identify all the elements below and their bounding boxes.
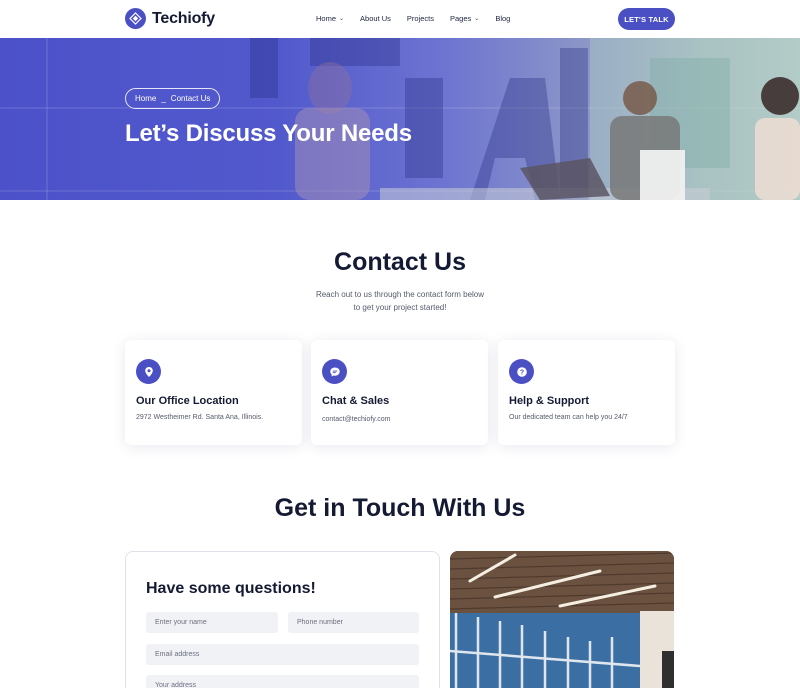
hero-background-illustration [0,38,800,200]
breadcrumb: Home _ Contact Us [125,88,221,109]
question-icon: ? [509,359,534,384]
touch-section-title: Get in Touch With Us [274,494,526,522]
card-title: Help & Support [509,395,590,407]
address-field[interactable]: Your address [146,675,419,688]
contact-form: Have some questions! Enter your name Pho… [125,551,440,688]
contact-email-link[interactable]: contact@techiofy.com [322,416,390,423]
main-nav: Home ⌄ About Us Projects Pages ⌄ Blog [316,14,526,23]
nav-item-label: Projects [406,14,434,23]
contact-section-title: Contact Us [334,248,466,276]
office-image [450,551,674,688]
name-field[interactable]: Enter your name [146,612,278,633]
nav-item-label: Home [316,14,337,23]
office-location-card: Our Office Location 2972 Westheimer Rd. … [125,340,302,445]
contact-subtitle-line: Reach out to us through the contact form… [315,290,485,299]
nav-item-about-us[interactable]: About Us [360,14,391,23]
chat-sales-card: Chat & Sales contact@techiofy.com [311,340,488,445]
nav-item-pages[interactable]: Pages ⌄ [450,14,479,23]
logo-icon [125,8,146,29]
nav-item-blog[interactable]: Blog [495,14,510,23]
help-support-card: ? Help & Support Our dedicated team can … [498,340,675,445]
nav-item-label: About Us [360,14,391,23]
svg-text:?: ? [519,369,523,376]
brand-logo[interactable]: Techiofy [125,8,215,29]
contact-subtitle-line: to get your project started! [353,303,447,312]
contact-subtitle: Reach out to us through the contact form… [0,288,800,314]
office-interior-illustration [450,551,674,688]
site-header: Techiofy Home ⌄ About Us Projects Pages … [0,0,800,38]
chevron-down-icon: ⌄ [474,16,480,22]
form-heading: Have some questions! [146,580,316,597]
nav-item-label: Pages [450,14,472,23]
card-title: Chat & Sales [322,395,390,407]
card-text: Our dedicated team can help you 24/7 [509,414,628,421]
chat-bubble-icon [322,359,347,384]
brand-name: Techiofy [152,9,216,27]
page-title: Let’s Discuss Your Needs [125,120,412,147]
phone-field[interactable]: Phone number [288,612,419,633]
nav-item-projects[interactable]: Projects [407,14,434,23]
card-title: Our Office Location [136,395,239,407]
nav-item-home[interactable]: Home ⌄ [316,14,344,23]
breadcrumb-home-link[interactable]: Home [135,94,156,103]
hero-banner: Home _ Contact Us Let’s Discuss Your Nee… [0,38,800,200]
nav-item-label: Blog [495,14,511,23]
breadcrumb-current: Contact Us [170,94,211,103]
email-field[interactable]: Email address [146,644,419,665]
lets-talk-button[interactable]: LET'S TALK [618,8,675,30]
card-text: 2972 Westheimer Rd. Santa Ana, Illinois. [136,414,264,421]
location-pin-icon [136,359,161,384]
breadcrumb-separator: _ [161,94,166,103]
chevron-down-icon: ⌄ [339,16,345,22]
